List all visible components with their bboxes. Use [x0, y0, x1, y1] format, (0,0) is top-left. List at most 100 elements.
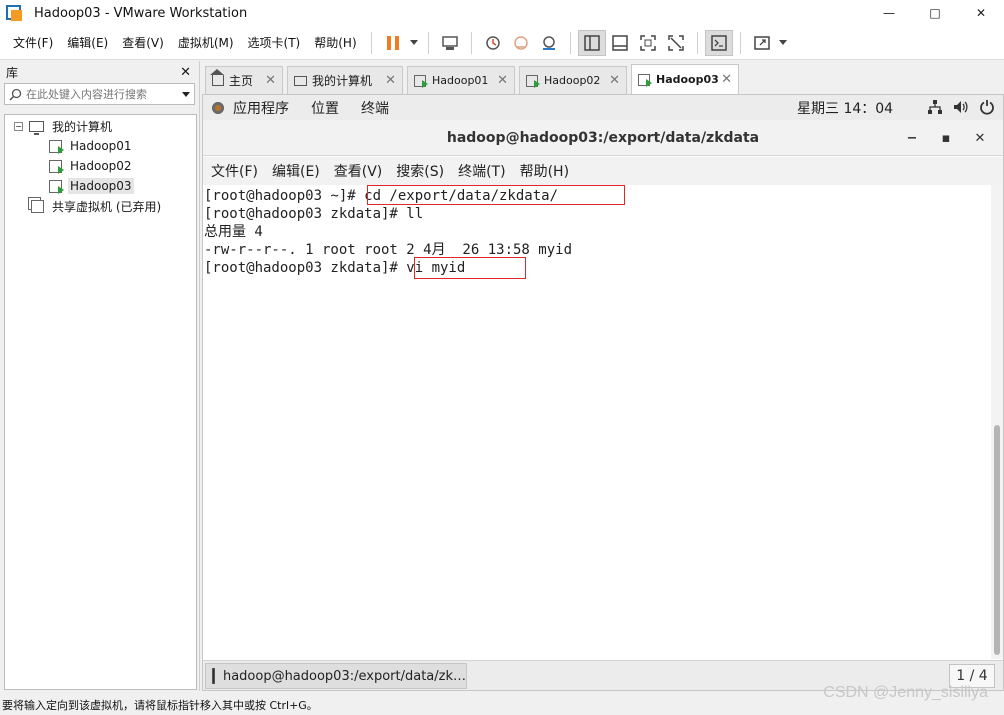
menu-vm[interactable]: 虚拟机(M) [171, 34, 241, 51]
terminal-line: 总用量 4 [204, 224, 263, 240]
menu-help[interactable]: 帮助(H) [307, 34, 363, 51]
tree-item-hadoop03[interactable]: Hadoop03 [49, 176, 134, 196]
tab-hadoop01[interactable]: Hadoop01 ✕ [407, 66, 515, 94]
vm-icon [49, 179, 64, 194]
window-title: Hadoop03 - VMware Workstation [34, 5, 248, 21]
vm-console[interactable]: 应用程序 位置 终端 星期三 14：04 hadoop@hadoop03:/ex… [202, 94, 1004, 691]
terminal-maximize-button[interactable]: ▪ [929, 131, 963, 146]
tab-hadoop02[interactable]: Hadoop02 ✕ [519, 66, 627, 94]
terminal-menu-search[interactable]: 搜索(S) [396, 161, 444, 181]
volume-icon[interactable] [953, 99, 969, 115]
terminal-minimize-button[interactable]: − [895, 131, 929, 146]
minimize-button[interactable]: — [866, 0, 912, 26]
terminal-window-controls: − ▪ ✕ [895, 120, 997, 156]
tab-home[interactable]: 主页 ✕ [205, 66, 283, 94]
stretch-dropdown[interactable] [776, 30, 790, 56]
tab-my-computer[interactable]: 我的计算机 ✕ [287, 66, 403, 94]
vm-icon [49, 139, 64, 154]
close-button[interactable]: ✕ [958, 0, 1004, 26]
tree-item-hadoop01[interactable]: Hadoop01 [49, 136, 134, 156]
snapshot-manager-button[interactable] [535, 30, 563, 56]
highlight-box-cd-command [367, 185, 625, 205]
terminal-menu-view[interactable]: 查看(V) [334, 161, 383, 181]
tab-label: Hadoop03 [656, 73, 719, 86]
toolbar-separator [370, 31, 372, 54]
search-icon [9, 88, 22, 101]
scrollbar-thumb[interactable] [994, 425, 1000, 655]
menu-file[interactable]: 文件(F) [6, 34, 60, 51]
library-tree: − 我的计算机 Hadoop01 Hadoop02 Hadoop03 共享虚拟机… [4, 114, 197, 690]
library-search-input[interactable] [26, 87, 176, 101]
terminal-window-title: hadoop@hadoop03:/export/data/zkdata [446, 129, 760, 146]
tab-close-icon[interactable]: ✕ [265, 73, 276, 88]
console-icon [710, 34, 727, 51]
vmware-logo-icon [6, 5, 22, 21]
gnome-places-menu[interactable]: 位置 [311, 98, 339, 118]
terminal-menu-edit[interactable]: 编辑(E) [272, 161, 320, 181]
computer-icon [294, 75, 307, 86]
gnome-clock[interactable]: 星期三 14：04 [797, 98, 893, 118]
menu-edit[interactable]: 编辑(E) [60, 34, 115, 51]
stretch-guest-button[interactable] [748, 30, 776, 56]
toolbar-separator [427, 31, 429, 54]
terminal-icon [212, 668, 215, 684]
terminal-titlebar: hadoop@hadoop03:/export/data/zkdata − ▪ … [203, 120, 1003, 156]
send-ctrl-alt-del-button[interactable] [436, 30, 464, 56]
gnome-system-tray [927, 99, 995, 115]
terminal-close-button[interactable]: ✕ [963, 131, 997, 146]
search-dropdown-icon[interactable] [182, 91, 190, 97]
revert-snapshot-button[interactable] [507, 30, 535, 56]
tab-close-icon[interactable]: ✕ [721, 72, 732, 87]
menubar: 文件(F) 编辑(E) 查看(V) 虚拟机(M) 选项卡(T) 帮助(H) [0, 26, 1004, 60]
fullscreen-icon [639, 34, 656, 51]
library-title: 库 [6, 65, 19, 80]
keyboard-icon [441, 35, 458, 50]
tab-close-icon[interactable]: ✕ [497, 73, 508, 88]
library-search-box[interactable] [4, 83, 195, 105]
snapshot-manager-icon [542, 35, 555, 50]
library-layout-icon [583, 34, 600, 51]
status-text: 要将输入定向到该虚拟机，请将鼠标指针移入其中或按 Ctrl+G。 [2, 698, 318, 712]
tab-label: 主页 [229, 74, 254, 88]
taskbar-terminal-button[interactable]: hadoop@hadoop03:/export/data/zk… [205, 663, 467, 689]
library-close-button[interactable]: ✕ [180, 65, 191, 80]
tree-item-hadoop02[interactable]: Hadoop02 [49, 156, 134, 176]
tab-close-icon[interactable]: ✕ [385, 73, 396, 88]
collapse-icon[interactable]: − [14, 121, 23, 131]
show-library-button[interactable] [577, 29, 606, 56]
window-controls: — □ ✕ [866, 0, 1004, 26]
gnome-foot-icon [211, 100, 225, 115]
power-icon[interactable] [979, 99, 995, 115]
network-icon[interactable] [927, 99, 943, 115]
thumbnail-bar-button[interactable] [606, 30, 634, 56]
gnome-applications-menu[interactable]: 应用程序 [233, 98, 289, 118]
power-dropdown[interactable] [407, 30, 421, 56]
window-titlebar: Hadoop03 - VMware Workstation — □ ✕ [0, 0, 1004, 26]
tree-item-label: Hadoop02 [70, 159, 132, 173]
snapshot-icon [485, 35, 500, 50]
menu-tabs[interactable]: 选项卡(T) [241, 34, 308, 51]
gnome-terminal-menu[interactable]: 终端 [361, 98, 389, 118]
menu-view[interactable]: 查看(V) [115, 34, 171, 51]
snapshot-button[interactable] [479, 30, 507, 56]
terminal-output[interactable]: [root@hadoop03 ~]# cd /export/data/zkdat… [203, 185, 991, 659]
terminal-menu-file[interactable]: 文件(F) [211, 161, 258, 181]
terminal-menu-help[interactable]: 帮助(H) [520, 161, 569, 181]
tree-item-my-computer[interactable]: − 我的计算机 [14, 116, 114, 136]
home-icon [210, 69, 224, 86]
unity-button[interactable] [662, 30, 690, 56]
library-header: 库 ✕ [0, 61, 199, 83]
suspend-button[interactable] [379, 30, 407, 56]
terminal-scrollbar[interactable] [991, 185, 1003, 659]
maximize-button[interactable]: □ [912, 0, 958, 26]
revert-icon [513, 35, 528, 50]
console-view-button[interactable] [704, 29, 733, 56]
tab-close-icon[interactable]: ✕ [609, 73, 620, 88]
fullscreen-button[interactable] [634, 30, 662, 56]
tab-label: 我的计算机 [312, 74, 373, 88]
tree-item-shared-vms[interactable]: 共享虚拟机 (已弃用) [31, 196, 163, 216]
tree-item-label: 共享虚拟机 (已弃用) [52, 199, 162, 214]
terminal-menu-terminal[interactable]: 终端(T) [458, 161, 505, 181]
tab-hadoop03[interactable]: Hadoop03 ✕ [631, 64, 739, 94]
vm-icon [638, 73, 652, 87]
